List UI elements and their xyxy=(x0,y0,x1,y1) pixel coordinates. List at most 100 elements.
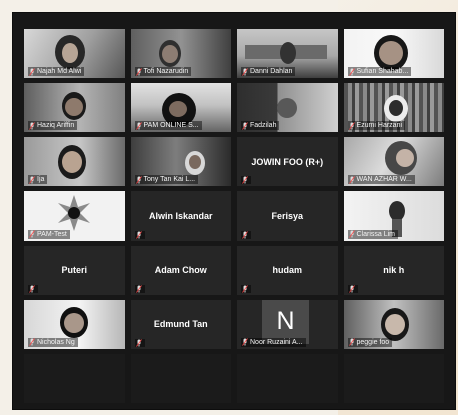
participant-tile[interactable]: peggie foo xyxy=(343,299,444,349)
participant-name-tag: Clarissa Lim xyxy=(347,229,399,239)
mic-muted-icon xyxy=(348,338,355,347)
participant-tile[interactable]: Edmund Tan xyxy=(130,299,231,349)
participant-tile[interactable]: Haziq Ariffin xyxy=(24,83,125,133)
participant-name-tag: PAM ONLINE S... xyxy=(134,121,202,131)
participant-name: PAM ONLINE S... xyxy=(143,122,199,130)
participant-name: PAM-Test xyxy=(37,230,67,238)
mic-muted-icon xyxy=(242,284,248,293)
participant-name: Najah Md Alwi xyxy=(37,68,82,76)
mic-muted-icon xyxy=(242,67,248,76)
participant-tile[interactable]: Najah Md Alwi xyxy=(24,29,125,79)
participant-name-tag: Tony Tan Kai L... xyxy=(134,175,199,185)
participant-name-tag xyxy=(134,284,145,293)
mic-muted-icon xyxy=(29,338,35,347)
participant-name-tag xyxy=(347,284,358,293)
participant-name: peggie foo xyxy=(356,338,390,346)
mic-muted-icon xyxy=(348,67,355,76)
participant-display-name: Ferisya xyxy=(271,210,304,221)
participant-name-tag: Najah Md Alwi xyxy=(28,67,85,77)
participant-tile xyxy=(343,353,444,403)
participant-name-tag: Ija xyxy=(28,175,48,185)
mic-muted-icon xyxy=(135,339,142,347)
participant-tile[interactable]: Clarissa Lim xyxy=(343,191,444,241)
participant-tile[interactable]: Puteri xyxy=(24,245,125,295)
mic-muted-icon xyxy=(348,284,355,293)
participant-name: Ija xyxy=(37,176,45,184)
participant-tile[interactable]: Alwin Iskandar xyxy=(130,191,231,241)
participant-name: Sufian Shahab... xyxy=(356,68,409,76)
participant-name: Ezumi Harzani xyxy=(356,122,403,130)
video-meeting-window: Najah Md Alwi Tofi Nazarudin Danni Dahla… xyxy=(12,12,456,410)
mic-muted-icon xyxy=(242,230,248,239)
participant-name-tag: Haziq Ariffin xyxy=(28,121,78,131)
participant-gallery: Najah Md Alwi Tofi Nazarudin Danni Dahla… xyxy=(24,29,444,403)
participant-name-tag: Sufian Shahab... xyxy=(347,67,412,77)
participant-tile[interactable]: Sufian Shahab... xyxy=(343,29,444,79)
participant-tile[interactable]: PAM ONLINE S... xyxy=(130,83,231,133)
participant-tile[interactable]: Tofi Nazarudin xyxy=(130,29,231,79)
participant-name: Fadzilah xyxy=(250,122,277,130)
participant-name: Tony Tan Kai L... xyxy=(143,176,196,184)
participant-display-name: Puteri xyxy=(61,265,87,276)
participant-tile[interactable]: nik h xyxy=(343,245,444,295)
mic-muted-icon xyxy=(29,67,35,76)
participant-name: WAN AZHAR W... xyxy=(356,176,412,184)
participant-name-tag xyxy=(134,338,145,347)
participant-tile[interactable]: Ferisya xyxy=(237,191,338,241)
participant-name: Danni Dahlan xyxy=(250,68,293,76)
participant-name-tag: Noor Ruzaini A... xyxy=(241,337,306,347)
mic-muted-icon xyxy=(29,284,35,293)
mic-muted-icon xyxy=(242,338,248,347)
participant-tile xyxy=(24,353,125,403)
participant-display-name: nik h xyxy=(383,265,405,276)
participant-display-name: hudam xyxy=(272,265,302,276)
participant-tile[interactable]: Nicholas Ng xyxy=(24,299,125,349)
participant-name: Tofi Nazarudin xyxy=(143,68,189,76)
participant-tile[interactable]: N Noor Ruzaini A... xyxy=(237,299,338,349)
participant-tile[interactable]: hudam xyxy=(237,245,338,295)
participant-name-tag: Nicholas Ng xyxy=(28,337,78,347)
mic-muted-icon xyxy=(135,122,142,130)
participant-tile xyxy=(237,353,338,403)
participant-name-tag: Ezumi Harzani xyxy=(347,121,406,131)
participant-tile[interactable]: Ija xyxy=(24,137,125,187)
mic-muted-icon xyxy=(135,284,142,293)
participant-display-name: Alwin Iskandar xyxy=(148,210,213,221)
participant-name-tag xyxy=(241,176,251,185)
participant-name-tag: Tofi Nazarudin xyxy=(134,67,192,77)
mic-muted-icon xyxy=(348,230,355,238)
participant-tile[interactable]: Adam Chow xyxy=(130,245,231,295)
participant-name-tag xyxy=(241,230,251,239)
participant-name: Clarissa Lim xyxy=(356,230,396,238)
participant-tile[interactable]: Fadzilah xyxy=(237,83,338,133)
participant-tile[interactable]: WAN AZHAR W... xyxy=(343,137,444,187)
participant-name-tag: WAN AZHAR W... xyxy=(347,175,415,185)
participant-name-tag xyxy=(241,284,251,293)
participant-name-tag xyxy=(28,284,38,293)
mic-muted-icon xyxy=(29,122,35,130)
participant-name: Noor Ruzaini A... xyxy=(250,338,303,346)
mic-muted-icon xyxy=(242,122,248,130)
participant-tile[interactable]: Tony Tan Kai L... xyxy=(130,137,231,187)
pam-logo-icon xyxy=(54,193,94,233)
participant-name-tag: Fadzilah xyxy=(241,121,280,131)
participant-tile xyxy=(130,353,231,403)
participant-name-tag: peggie foo xyxy=(347,337,393,347)
participant-name: Nicholas Ng xyxy=(37,338,75,346)
mic-muted-icon xyxy=(242,176,248,185)
participant-tile[interactable]: PAM-Test xyxy=(24,191,125,241)
participant-name-tag: Danni Dahlan xyxy=(241,67,296,77)
participant-tile[interactable]: JOWIN FOO (R+) xyxy=(237,137,338,187)
mic-muted-icon xyxy=(135,176,142,184)
mic-muted-icon xyxy=(135,230,142,239)
participant-tile[interactable]: Ezumi Harzani xyxy=(343,83,444,133)
participant-display-name: JOWIN FOO (R+) xyxy=(251,156,324,167)
participant-name-tag xyxy=(134,230,145,239)
mic-muted-icon xyxy=(29,176,35,184)
participant-display-name: Adam Chow xyxy=(154,265,207,276)
participant-tile[interactable]: Danni Dahlan xyxy=(237,29,338,79)
participant-display-name: Edmund Tan xyxy=(153,319,208,330)
mic-muted-icon xyxy=(348,122,355,130)
mic-muted-icon xyxy=(348,176,355,184)
mic-muted-icon xyxy=(29,230,35,238)
